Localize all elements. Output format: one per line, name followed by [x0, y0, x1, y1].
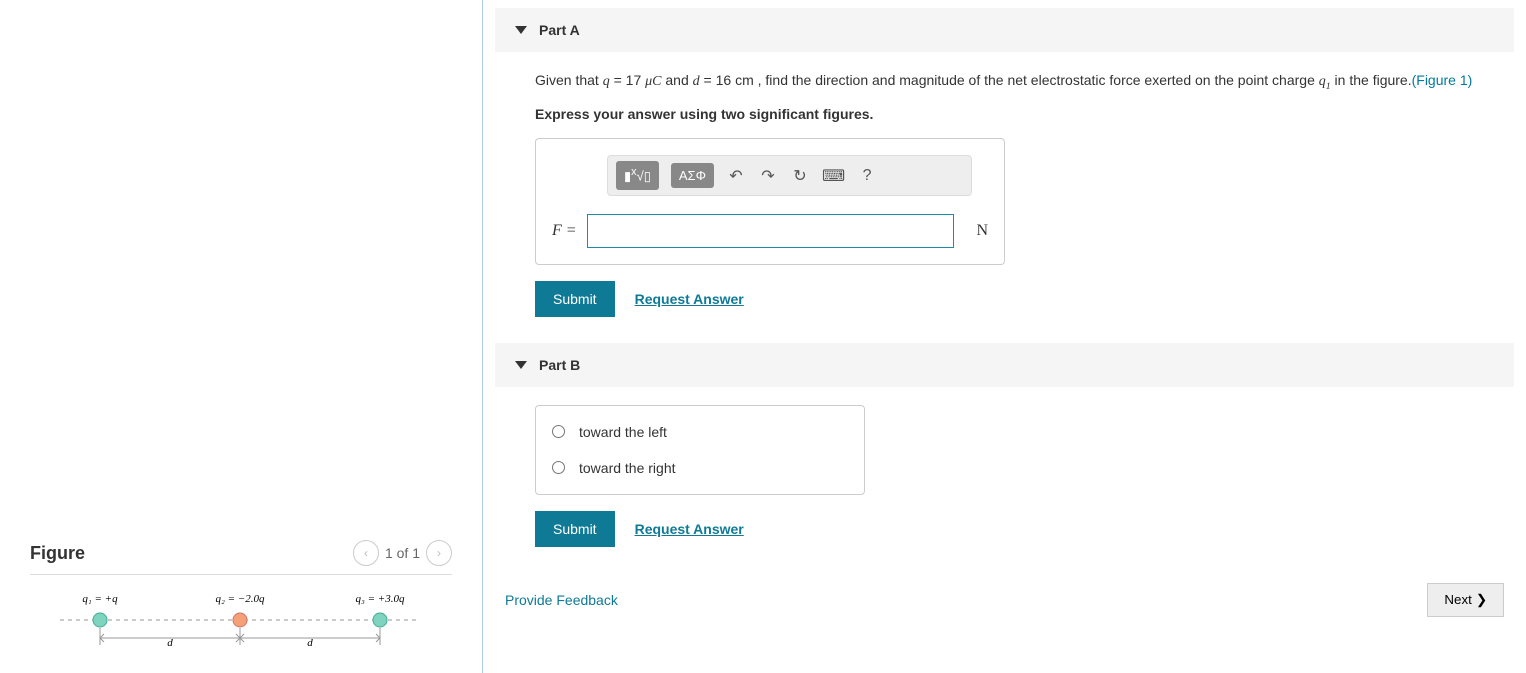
radio-right-input[interactable] — [552, 461, 565, 474]
figure-pane: Figure ‹ 1 of 1 › q₁ = +q q₂ = −2.0q q₃ … — [0, 0, 483, 673]
part-a-body: Given that q = 17 μC and d = 16 cm , fin… — [495, 52, 1514, 335]
figure-link[interactable]: (Figure 1) — [1412, 72, 1473, 88]
templates-button[interactable]: ▮x√▯ — [616, 161, 659, 189]
collapse-icon — [515, 26, 527, 34]
instruction-text: Express your answer using two significan… — [535, 106, 1474, 122]
figure-title: Figure — [30, 543, 85, 564]
undo-icon[interactable]: ↶ — [726, 166, 746, 186]
svg-text:q₁ = +q: q₁ = +q — [82, 593, 118, 605]
submit-button-a[interactable]: Submit — [535, 281, 615, 317]
redo-icon[interactable]: ↷ — [758, 166, 778, 186]
unit-label: N — [976, 222, 988, 240]
answer-input[interactable] — [587, 214, 955, 248]
next-label: Next — [1444, 592, 1471, 607]
question-text: Given that q = 17 μC and d = 16 cm , fin… — [535, 70, 1474, 94]
radio-option-right[interactable]: toward the right — [536, 450, 864, 486]
figure-nav: ‹ 1 of 1 › — [353, 540, 452, 566]
figure-counter: 1 of 1 — [385, 545, 420, 561]
footer: Provide Feedback Next ❯ — [495, 565, 1514, 617]
figure-section: Figure ‹ 1 of 1 › q₁ = +q q₂ = −2.0q q₃ … — [30, 540, 452, 673]
greek-button[interactable]: ΑΣΦ — [671, 163, 714, 188]
provide-feedback-link[interactable]: Provide Feedback — [505, 592, 618, 608]
svg-text:d: d — [307, 637, 313, 649]
figure-prev-button[interactable]: ‹ — [353, 540, 379, 566]
figure-next-button[interactable]: › — [426, 540, 452, 566]
part-b-header[interactable]: Part B — [495, 343, 1514, 387]
answer-box: ▮x√▯ ΑΣΦ ↶ ↷ ↻ ⌨ ? F = N — [535, 138, 1005, 264]
part-a-header[interactable]: Part A — [495, 8, 1514, 52]
request-answer-b[interactable]: Request Answer — [635, 521, 744, 537]
reset-icon[interactable]: ↻ — [790, 166, 810, 186]
radio-group: toward the left toward the right — [535, 405, 865, 495]
radio-left-input[interactable] — [552, 425, 565, 438]
radio-option-left[interactable]: toward the left — [536, 414, 864, 450]
question-pane: Part A Given that q = 17 μC and d = 16 c… — [483, 0, 1526, 673]
next-button[interactable]: Next ❯ — [1427, 583, 1504, 617]
F-label: F = — [552, 222, 577, 240]
equation-toolbar: ▮x√▯ ΑΣΦ ↶ ↷ ↻ ⌨ ? — [607, 155, 972, 195]
part-b-title: Part B — [539, 357, 580, 373]
submit-button-b[interactable]: Submit — [535, 511, 615, 547]
chevron-right-icon: ❯ — [1476, 592, 1487, 608]
svg-text:q₃ = +3.0q: q₃ = +3.0q — [356, 593, 405, 605]
help-icon[interactable]: ? — [857, 167, 877, 185]
part-a-title: Part A — [539, 22, 580, 38]
svg-text:d: d — [167, 637, 173, 649]
request-answer-a[interactable]: Request Answer — [635, 291, 744, 307]
figure-diagram: q₁ = +q q₂ = −2.0q q₃ = +3.0q d d — [30, 590, 452, 673]
radio-right-label: toward the right — [579, 460, 676, 476]
keyboard-icon[interactable]: ⌨ — [822, 166, 845, 186]
collapse-icon — [515, 361, 527, 369]
part-b-body: toward the left toward the right Submit … — [495, 387, 1514, 565]
svg-text:q₂ = −2.0q: q₂ = −2.0q — [216, 593, 265, 605]
radio-left-label: toward the left — [579, 424, 667, 440]
